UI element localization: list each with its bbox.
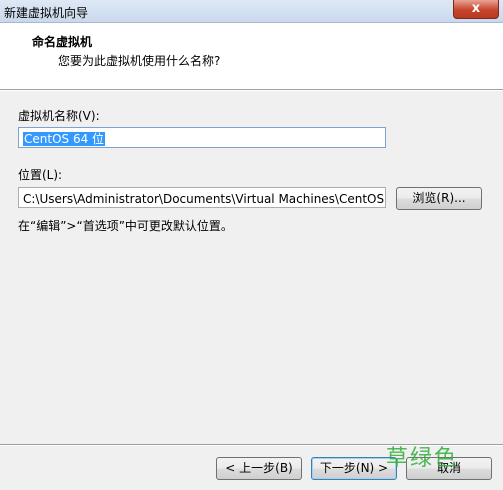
wizard-header: 命名虚拟机 您要为此虚拟机使用什么名称? xyxy=(0,23,503,89)
watermark-text: 草绿色 xyxy=(386,446,459,471)
close-icon[interactable]: x xyxy=(453,0,499,19)
location-value: C:\Users\Administrator\Documents\Virtual… xyxy=(23,192,386,206)
page-subtitle: 您要为此虚拟机使用什么名称? xyxy=(58,54,221,68)
default-location-hint: 在“编辑”>“首选项”中可更改默认位置。 xyxy=(18,219,233,233)
page-title: 命名虚拟机 xyxy=(32,35,93,49)
window-title: 新建虚拟机向导 xyxy=(4,6,89,20)
next-button[interactable]: 下一步(N) > xyxy=(311,457,397,480)
vm-name-value: CentOS 64 位 xyxy=(23,132,106,146)
vm-name-input[interactable]: CentOS 64 位 xyxy=(18,127,386,148)
location-input[interactable]: C:\Users\Administrator\Documents\Virtual… xyxy=(18,187,386,208)
title-bar[interactable]: 新建虚拟机向导 x xyxy=(0,0,503,23)
back-button[interactable]: < 上一步(B) xyxy=(216,457,302,480)
new-vm-wizard-window: 新建虚拟机向导 x 命名虚拟机 您要为此虚拟机使用什么名称? 虚拟机名称(V):… xyxy=(0,0,503,490)
vm-name-label: 虚拟机名称(V): xyxy=(18,109,100,123)
location-label: 位置(L): xyxy=(18,168,63,182)
header-divider xyxy=(0,89,503,91)
browse-button[interactable]: 浏览(R)... xyxy=(396,187,482,210)
